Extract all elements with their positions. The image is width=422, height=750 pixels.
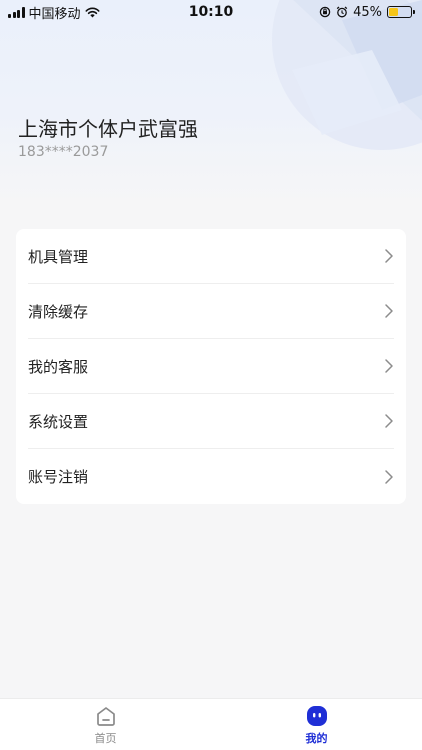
profile-header-background <box>0 0 422 205</box>
battery-level-fill <box>389 8 399 16</box>
tab-home[interactable]: 首页 <box>0 699 211 750</box>
menu-item-label: 系统设置 <box>28 412 89 431</box>
menu-item-customer-service[interactable]: 我的客服 <box>28 339 394 394</box>
menu-item-system-settings[interactable]: 系统设置 <box>28 394 394 449</box>
wifi-icon <box>85 7 100 17</box>
chevron-right-icon <box>385 414 393 428</box>
bottom-tab-bar: 首页 我的 <box>0 698 422 750</box>
chevron-right-icon <box>385 359 393 373</box>
chevron-right-icon <box>385 469 393 484</box>
decorative-shapes <box>272 0 422 150</box>
settings-menu: 机具管理 清除缓存 我的客服 系统设置 账号注销 <box>16 229 406 504</box>
tab-mine[interactable]: 我的 <box>211 699 422 750</box>
chevron-right-icon <box>385 304 393 318</box>
profile-face-icon <box>306 706 327 726</box>
status-bar: 中国移动 10:10 45% <box>0 0 422 24</box>
home-icon <box>96 707 115 726</box>
menu-item-account-cancellation[interactable]: 账号注销 <box>28 449 394 504</box>
menu-item-device-management[interactable]: 机具管理 <box>28 229 394 284</box>
chevron-right-icon <box>385 249 393 263</box>
menu-item-label: 我的客服 <box>28 357 89 376</box>
menu-item-label: 机具管理 <box>28 247 89 266</box>
user-name: 上海市个体户武富强 <box>18 117 198 141</box>
battery-percent: 45% <box>353 4 382 20</box>
cellular-signal-icon <box>8 6 25 18</box>
alarm-icon <box>336 6 348 18</box>
orientation-lock-icon <box>319 6 331 18</box>
battery-icon <box>387 6 415 18</box>
menu-item-clear-cache[interactable]: 清除缓存 <box>28 284 394 339</box>
user-phone: 183****2037 <box>18 144 109 160</box>
carrier-name: 中国移动 <box>28 6 81 22</box>
menu-item-label: 账号注销 <box>28 468 89 486</box>
menu-item-label: 清除缓存 <box>28 302 89 321</box>
tab-label: 我的 <box>305 732 328 745</box>
tab-label: 首页 <box>94 732 117 745</box>
